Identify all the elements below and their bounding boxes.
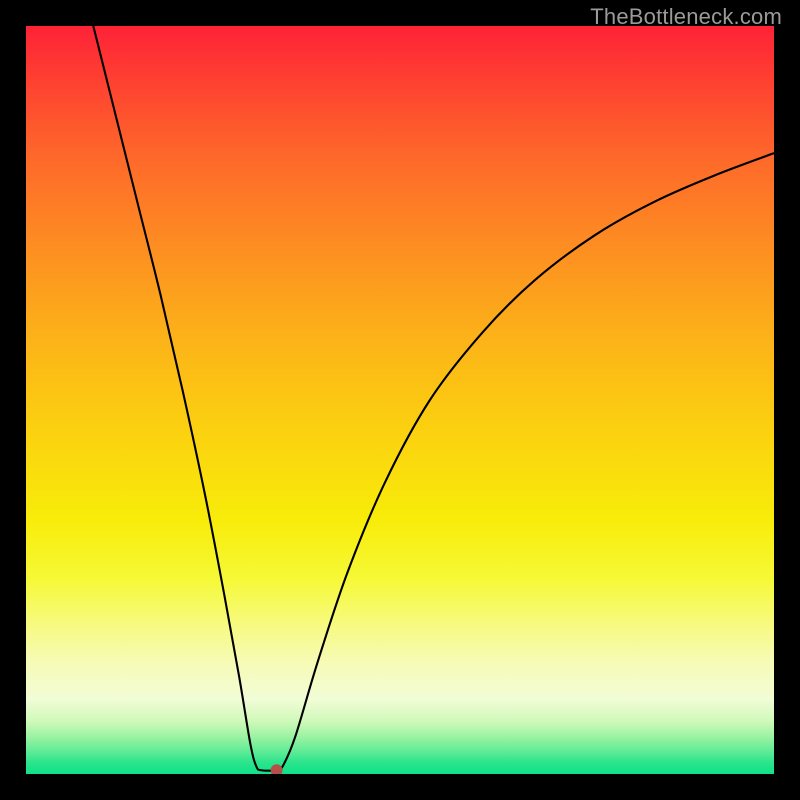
plot-area — [26, 26, 774, 774]
curve-marker — [271, 764, 283, 774]
curve-line — [93, 26, 774, 771]
chart-container: TheBottleneck.com — [0, 0, 800, 800]
chart-svg — [26, 26, 774, 774]
